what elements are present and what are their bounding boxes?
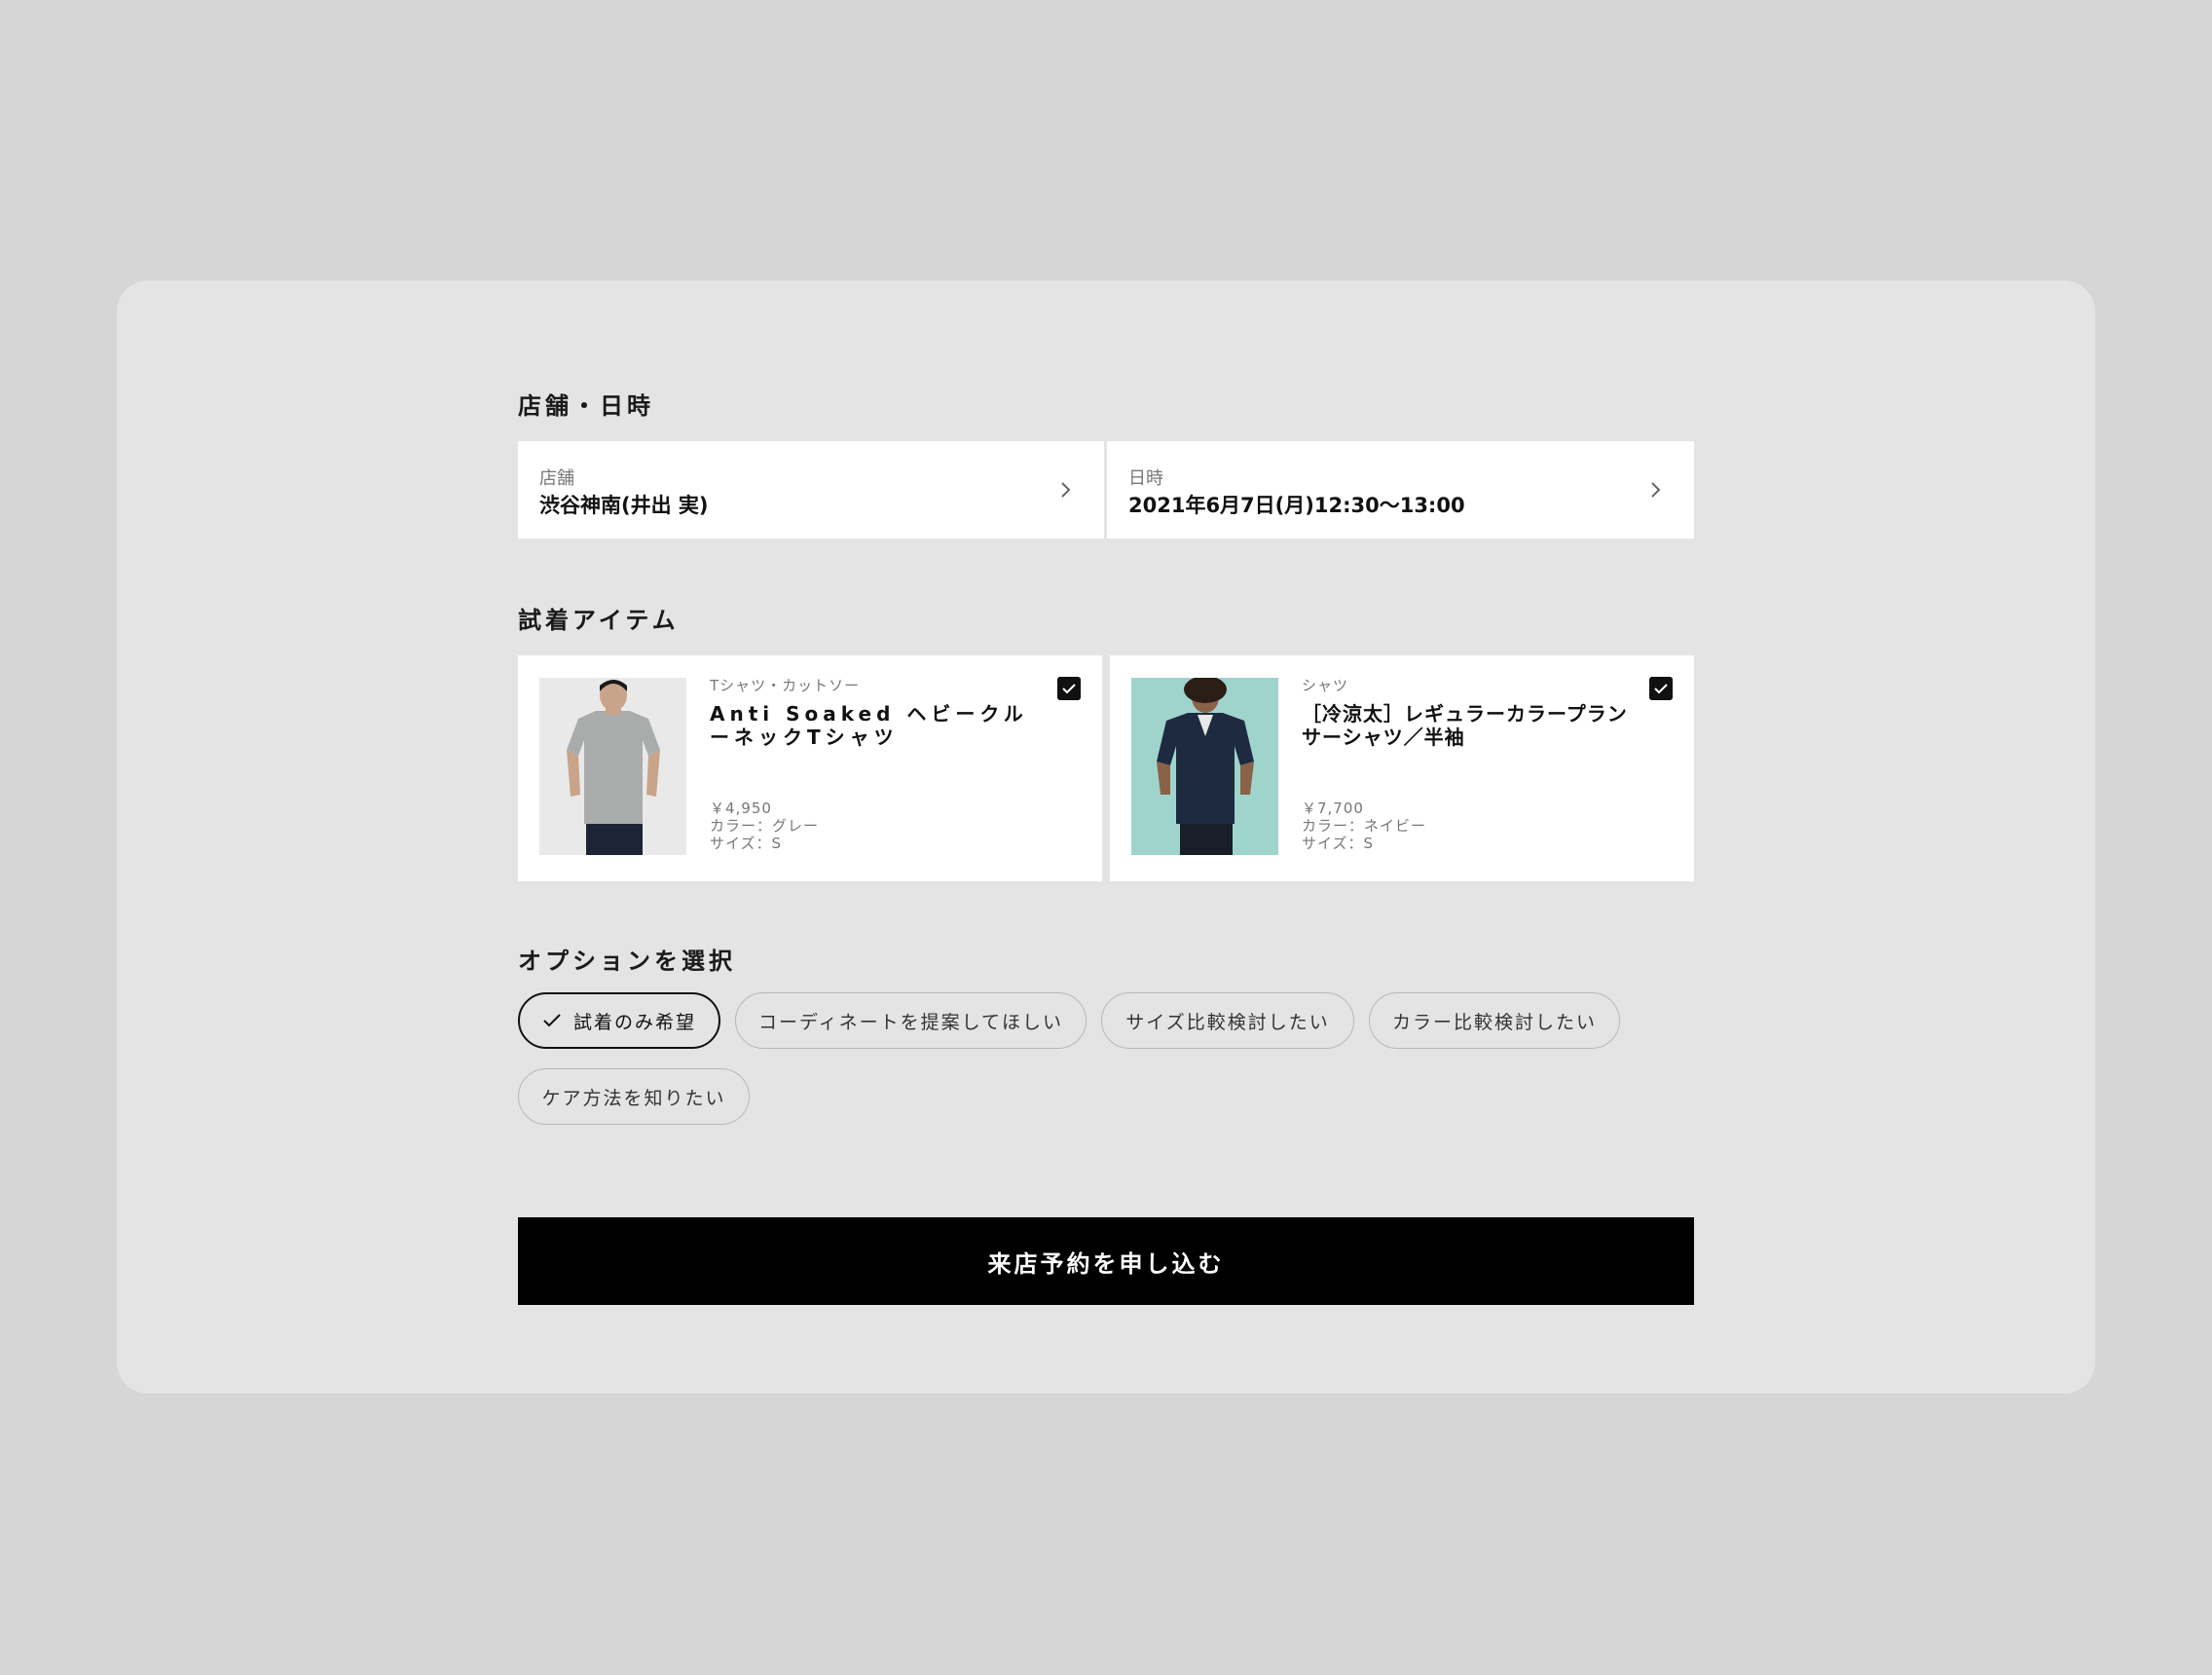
submit-reservation-button[interactable]: 来店予約を申し込む: [518, 1217, 1694, 1305]
store-value: 渋谷神南(井出 実): [539, 494, 709, 517]
item-name: ［冷涼太］レギュラーカラープランサーシャツ／半袖: [1302, 702, 1628, 749]
options-heading: オプションを選択: [518, 948, 736, 975]
option-chip-size-compare[interactable]: サイズ比較検討したい: [1101, 992, 1354, 1049]
item-checkbox[interactable]: [1649, 677, 1673, 700]
store-selector[interactable]: 店舗 渋谷神南(井出 実): [518, 441, 1104, 539]
chevron-right-icon: [1651, 482, 1661, 498]
option-chip-coordinate[interactable]: コーディネートを提案してほしい: [735, 992, 1087, 1049]
option-chip-label: 試着のみ希望: [572, 1011, 696, 1033]
item-category: シャツ: [1302, 677, 1349, 694]
store-datetime-heading: 店舗・日時: [518, 392, 654, 420]
item-size: サイズ：S: [1302, 835, 1375, 852]
option-chip-label: カラー比較検討したい: [1391, 1011, 1597, 1033]
datetime-value: 2021年6月7日(月)12:30〜13:00: [1128, 494, 1465, 517]
option-chip-label: コーディネートを提案してほしい: [757, 1011, 1064, 1033]
datetime-label: 日時: [1128, 468, 1163, 489]
check-icon: [543, 1014, 561, 1027]
item-name: Anti Soaked ヘビークルーネックTシャツ: [710, 702, 1028, 749]
item-category: Tシャツ・カットソー: [710, 677, 861, 694]
product-photo: [1131, 678, 1278, 855]
product-photo: [539, 678, 686, 855]
option-chip-label: ケア方法を知りたい: [541, 1087, 726, 1109]
option-chip-label: サイズ比較検討したい: [1125, 1011, 1330, 1033]
datetime-selector[interactable]: 日時 2021年6月7日(月)12:30〜13:00: [1107, 441, 1694, 539]
item-card[interactable]: シャツ ［冷涼太］レギュラーカラープランサーシャツ／半袖 ￥7,700 カラー：…: [1110, 655, 1694, 881]
chevron-right-icon: [1061, 482, 1071, 498]
item-size: サイズ：S: [710, 835, 783, 852]
option-chip-try-on-only[interactable]: 試着のみ希望: [518, 992, 720, 1049]
items-heading: 試着アイテム: [518, 607, 680, 634]
item-card[interactable]: Tシャツ・カットソー Anti Soaked ヘビークルーネックTシャツ ￥4,…: [518, 655, 1102, 881]
store-label: 店舗: [539, 468, 574, 489]
option-chip-care[interactable]: ケア方法を知りたい: [518, 1068, 750, 1125]
option-chip-color-compare[interactable]: カラー比較検討したい: [1369, 992, 1620, 1049]
item-checkbox[interactable]: [1057, 677, 1081, 700]
